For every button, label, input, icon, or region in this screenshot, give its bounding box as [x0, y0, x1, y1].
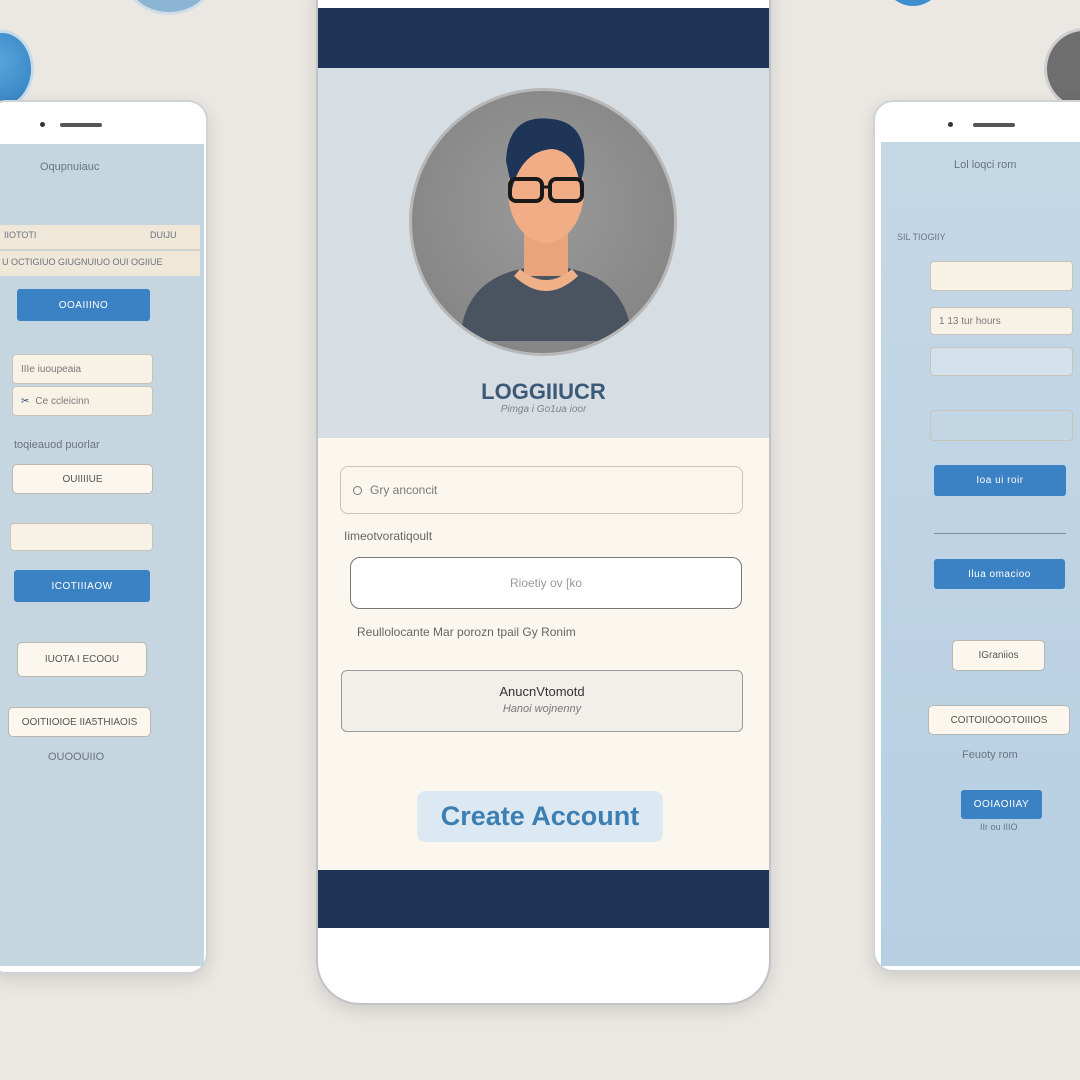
left-outline-button-2[interactable]: OOITIIOIOE IIA5THIAOIS [8, 707, 151, 737]
right-button-3[interactable]: OOIAOIIAY [961, 790, 1042, 819]
left-input-1[interactable]: IIIe iuoupeaia [12, 354, 153, 384]
field-text: Gry anconcit [370, 483, 438, 497]
left-outline-button-1[interactable]: IUOTA I ECOOU [17, 642, 147, 677]
left-title: Oqupnuiauc [40, 161, 100, 173]
right-button-2[interactable]: Ilua omacioo [934, 559, 1065, 589]
divider [934, 533, 1066, 534]
left-input-3[interactable] [10, 523, 153, 551]
radio-icon [353, 485, 362, 495]
account-field[interactable]: Gry anconcit [340, 466, 743, 514]
right-title: Lol loqci rom [954, 159, 1017, 171]
auth-card[interactable]: AnucnVtomotd Hanoi wojnenny [341, 670, 743, 732]
person-icon [460, 118, 632, 341]
card-title: AnucnVtomotd [499, 684, 585, 699]
decorative-circle [124, 0, 214, 15]
camera-dot [40, 122, 45, 127]
form-note: Reullolocante Mar porozn tpail Gy Ronim [357, 625, 576, 639]
left-footer: OUOOUIIO [48, 751, 105, 763]
password-field[interactable]: Rioetiy ov [ko [350, 557, 742, 609]
form-label: Iimeotvoratiqoult [344, 529, 433, 543]
bottom-navy-bar [318, 870, 769, 928]
speaker [973, 123, 1015, 127]
right-input-1[interactable] [930, 261, 1073, 291]
row-value: DUIJU [150, 230, 177, 240]
right-text: Feuoty rom [962, 749, 1018, 761]
input-text: Ce ccleicinn [35, 395, 90, 407]
top-navy-bar [318, 8, 769, 68]
left-input-2[interactable]: ✂ Ce ccleicinn [12, 386, 153, 416]
right-input-4[interactable] [930, 410, 1073, 441]
right-label: SIL TIOGIIY [897, 232, 946, 242]
left-input-button[interactable]: OUIIIIUE [12, 464, 153, 494]
right-phone [873, 100, 1080, 972]
row-label: IIOTOTI [4, 230, 37, 240]
left-button-1[interactable]: OOAIIINO [17, 289, 150, 321]
row-label: U OCTIGIUO GIUGNUIUO OUI OGIIUE [2, 257, 163, 267]
right-input-3[interactable] [930, 347, 1073, 376]
scissors-icon: ✂ [21, 395, 30, 407]
decorative-circle [0, 30, 34, 108]
right-footer: IIr ou IIIO [980, 822, 1018, 832]
decorative-circle [1044, 28, 1080, 110]
create-account-button[interactable]: Create Account [417, 791, 663, 842]
right-outline-button-2[interactable]: COITOIIOOOTOIIIOS [928, 705, 1070, 735]
avatar [409, 88, 677, 356]
right-input-2[interactable]: 1 13 tur hours [930, 307, 1073, 335]
camera-dot [948, 122, 953, 127]
app-subtitle: Pimga i Go1ua ioor [500, 404, 587, 415]
speaker [60, 123, 102, 127]
card-subtitle: Hanoi wojnenny [502, 703, 582, 715]
right-button-1[interactable]: Ioa ui roir [934, 465, 1066, 496]
left-button-2[interactable]: ICOTIIIAOW [14, 570, 150, 602]
decorative-circle [884, 0, 942, 6]
app-title: LOGGIIUCR [481, 379, 606, 404]
left-label: toqieauod puorlar [14, 439, 100, 451]
right-outline-button-1[interactable]: IGraniios [952, 640, 1045, 671]
